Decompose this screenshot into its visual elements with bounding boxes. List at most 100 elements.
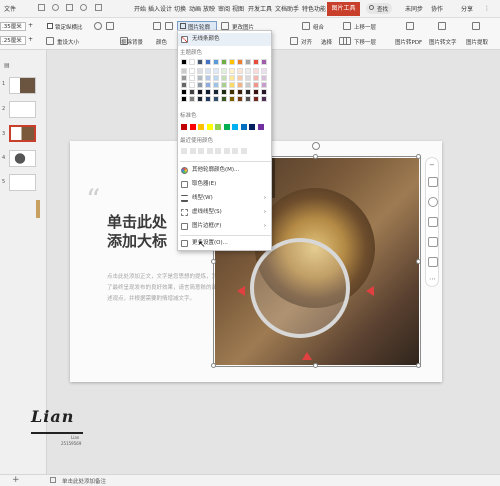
theme-color-swatch[interactable] xyxy=(245,82,251,88)
theme-color-swatch[interactable] xyxy=(213,59,219,65)
theme-color-swatch[interactable] xyxy=(245,68,251,74)
menu-tab-transition[interactable]: 切换 xyxy=(174,4,186,13)
resize-handle[interactable] xyxy=(416,363,421,368)
theme-color-swatch[interactable] xyxy=(229,82,235,88)
crop-icon[interactable] xyxy=(94,22,102,30)
print-icon[interactable] xyxy=(66,4,73,11)
standard-color-swatch[interactable] xyxy=(215,124,221,130)
theme-color-swatch[interactable] xyxy=(189,82,195,88)
standard-color-swatch[interactable] xyxy=(181,124,187,130)
theme-color-swatch[interactable] xyxy=(221,75,227,81)
reset-size-button[interactable]: 重设大小 xyxy=(57,38,79,46)
lock-ratio-checkbox[interactable] xyxy=(47,23,53,29)
zoom-icon[interactable] xyxy=(428,197,438,207)
remove-bg-button[interactable]: 抠除背景 xyxy=(121,38,143,46)
recent-color-swatch[interactable] xyxy=(215,148,221,154)
standard-color-swatch[interactable] xyxy=(189,124,196,130)
standard-color-swatch[interactable] xyxy=(198,124,204,130)
theme-color-swatch[interactable] xyxy=(213,75,219,81)
theme-color-swatch[interactable] xyxy=(245,89,251,95)
theme-color-swatch[interactable] xyxy=(229,96,235,102)
theme-color-swatch[interactable] xyxy=(221,68,227,74)
undo-icon[interactable] xyxy=(52,4,59,11)
more-tools-icon[interactable]: ⋯ xyxy=(429,275,436,283)
standard-color-swatch[interactable] xyxy=(257,124,264,130)
theme-color-swatch[interactable] xyxy=(229,68,235,74)
to-text-icon[interactable] xyxy=(438,22,446,30)
sync-status[interactable]: 未同步 xyxy=(405,4,423,13)
to-pdf-button[interactable]: 图片转PDF xyxy=(395,38,422,46)
slide-thumbnail-5[interactable] xyxy=(9,174,36,191)
theme-color-swatch[interactable] xyxy=(213,68,219,74)
recent-color-swatch[interactable] xyxy=(198,148,204,154)
preview-icon[interactable] xyxy=(95,4,102,11)
menu-tab-design[interactable]: 设计 xyxy=(160,4,172,13)
select-button[interactable]: 选择 xyxy=(321,38,332,46)
theme-color-swatch[interactable] xyxy=(205,96,211,102)
layers-icon[interactable] xyxy=(428,177,438,187)
to-text-button[interactable]: 图片转文字 xyxy=(429,38,457,46)
bring-forward-icon[interactable] xyxy=(343,22,351,30)
slide-body-text[interactable]: 点击此处添加正文，文字是您思想的提炼，为了最终呈现发布的良好效果，请言简意赅的阐… xyxy=(107,272,222,305)
menu-tab-view[interactable]: 视图 xyxy=(232,4,244,13)
share-button[interactable]: 分享 xyxy=(461,4,473,13)
width-input[interactable]: .35厘米 xyxy=(0,22,26,31)
recent-color-swatch[interactable] xyxy=(206,148,213,154)
theme-color-swatch[interactable] xyxy=(205,75,211,81)
menu-tab-devtools[interactable]: 开发工具 xyxy=(248,4,272,13)
theme-color-swatch[interactable] xyxy=(237,59,243,65)
slide-thumbnail-3[interactable] xyxy=(9,125,36,142)
menu-tab-features[interactable]: 特色功能 xyxy=(302,4,326,13)
theme-color-swatch[interactable] xyxy=(181,96,187,102)
send-backward-button[interactable]: 下移一层 xyxy=(354,38,376,46)
theme-color-swatch[interactable] xyxy=(197,82,203,88)
extract-icon[interactable] xyxy=(472,22,480,30)
group-button[interactable]: 组合 xyxy=(313,23,324,31)
add-slide-button[interactable]: + xyxy=(12,475,20,485)
resize-handle[interactable] xyxy=(211,259,216,264)
theme-color-swatch[interactable] xyxy=(181,68,187,74)
width-stepper[interactable]: + xyxy=(28,22,33,29)
theme-color-swatch[interactable] xyxy=(245,96,251,102)
align-button[interactable]: 对齐 xyxy=(301,38,312,46)
theme-color-swatch[interactable] xyxy=(221,89,227,95)
to-pdf-icon[interactable] xyxy=(406,22,414,30)
theme-color-swatch[interactable] xyxy=(205,59,211,65)
line-weight-option[interactable]: 线型(W) › xyxy=(178,192,271,205)
theme-color-swatch[interactable] xyxy=(189,75,195,81)
theme-color-swatch[interactable] xyxy=(261,82,267,88)
menu-tab-animation[interactable]: 动画 xyxy=(189,4,201,13)
theme-color-swatch[interactable] xyxy=(221,59,227,65)
theme-color-swatch[interactable] xyxy=(197,68,203,74)
image-tool-icon[interactable] xyxy=(428,237,438,247)
resize-handle[interactable] xyxy=(416,154,421,159)
theme-color-swatch[interactable] xyxy=(197,96,203,102)
recent-color-swatch[interactable] xyxy=(181,148,187,154)
compress-icon[interactable] xyxy=(106,22,114,30)
align-icon[interactable] xyxy=(290,37,298,45)
theme-color-swatch[interactable] xyxy=(213,89,219,95)
menu-tab-slideshow[interactable]: 放映 xyxy=(203,4,215,13)
rotate-handle[interactable] xyxy=(312,142,320,150)
theme-color-swatch[interactable] xyxy=(229,89,235,95)
menu-tab-home[interactable]: 开始 xyxy=(134,4,146,13)
theme-color-swatch[interactable] xyxy=(261,96,267,102)
standard-color-swatch[interactable] xyxy=(223,124,230,130)
standard-color-swatch[interactable] xyxy=(232,124,238,130)
slide-title[interactable]: 单击此处 添加大标 xyxy=(107,213,167,251)
menu-file[interactable]: 文件 xyxy=(4,4,16,13)
theme-color-swatch[interactable] xyxy=(261,89,267,95)
menu-tab-doc-assistant[interactable]: 文档助手 xyxy=(275,4,299,13)
theme-color-swatch[interactable] xyxy=(197,59,203,65)
redo-icon[interactable] xyxy=(80,4,87,11)
theme-color-swatch[interactable] xyxy=(253,82,259,88)
theme-color-swatch[interactable] xyxy=(261,59,267,65)
theme-color-swatch[interactable] xyxy=(213,96,219,102)
theme-color-swatch[interactable] xyxy=(189,68,195,74)
brightness-icon[interactable] xyxy=(153,22,161,30)
menu-tab-insert[interactable]: 插入 xyxy=(148,4,160,13)
theme-color-swatch[interactable] xyxy=(237,89,243,95)
standard-color-row[interactable] xyxy=(181,124,271,132)
send-backward-icon[interactable] xyxy=(343,37,351,45)
theme-color-swatch[interactable] xyxy=(221,82,227,88)
